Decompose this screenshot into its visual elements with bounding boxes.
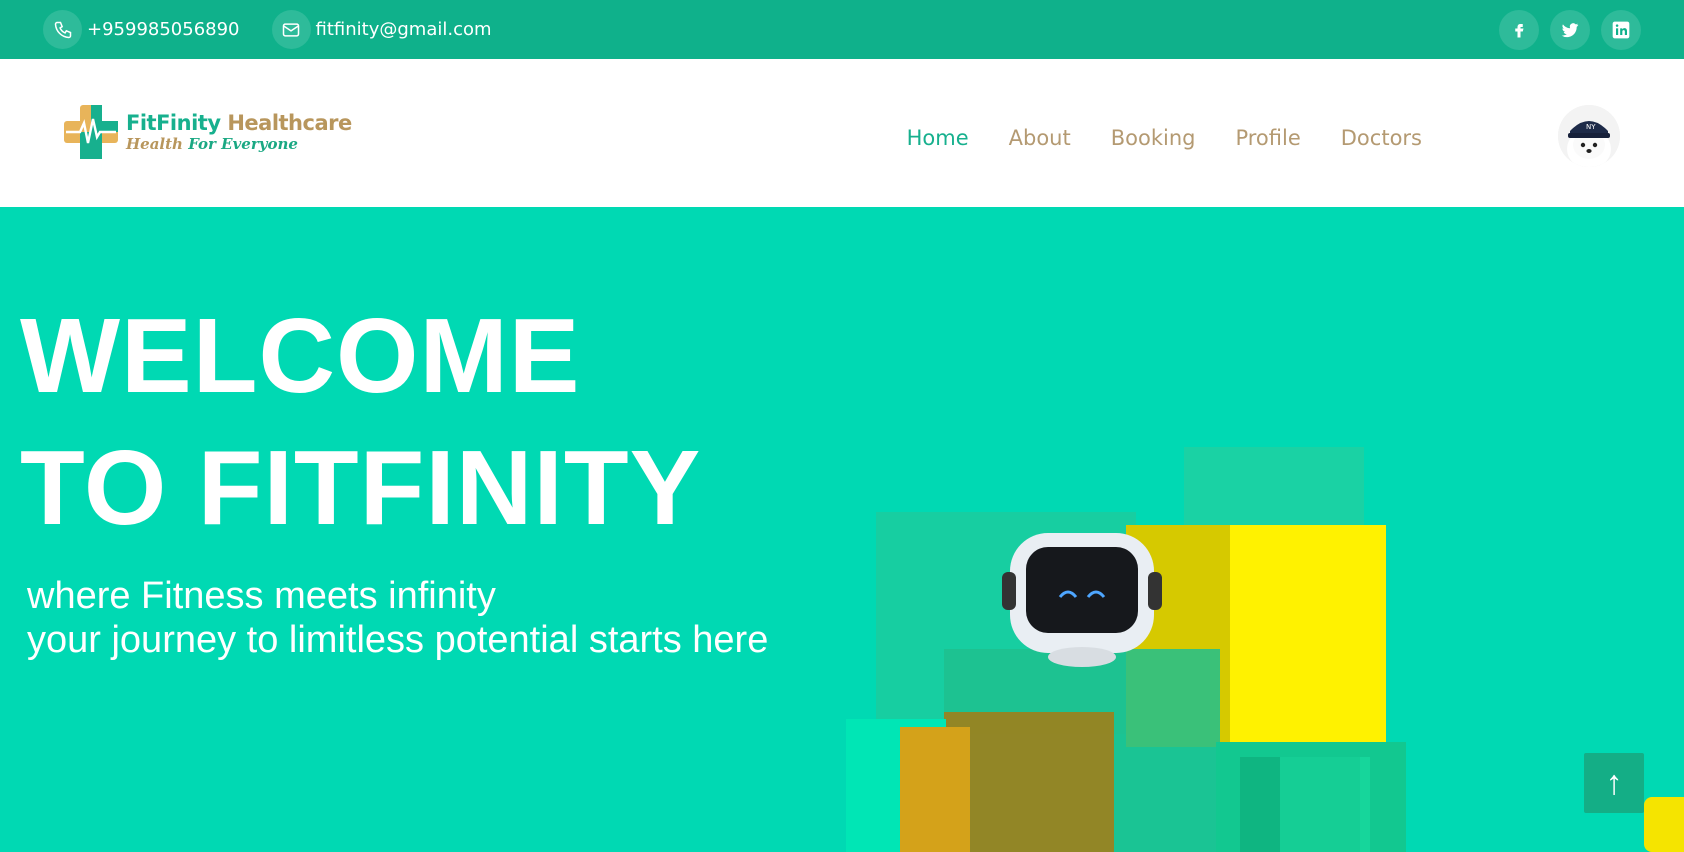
logo-tagline-health: Health [126, 134, 183, 153]
hero-subtitle-line2: your journey to limitless potential star… [27, 619, 769, 661]
nav-doctors[interactable]: Doctors [1341, 126, 1422, 150]
hero-title-line2: TO FITFINITY [20, 429, 702, 547]
logo-brand: FitFinity Healthcare [126, 110, 352, 135]
nav-about[interactable]: About [1009, 126, 1071, 150]
linkedin-icon[interactable] [1601, 9, 1641, 50]
logo-tagline-rest: For Everyone [188, 134, 298, 153]
email-contact[interactable]: fitfinity@gmail.com [271, 10, 492, 49]
nav-profile[interactable]: Profile [1235, 126, 1300, 150]
nav-home[interactable]: Home [907, 126, 969, 150]
email-address: fitfinity@gmail.com [315, 19, 492, 40]
phone-number: +959985056890 [87, 19, 240, 40]
facebook-icon[interactable] [1499, 9, 1539, 50]
logo-brand-fitfinity: FitFinity [126, 110, 221, 135]
mail-icon [271, 10, 311, 49]
hero-title-line1: WELCOME [20, 297, 581, 415]
arrow-up-icon: ↑ [1605, 763, 1623, 802]
dog-avatar-image: NY [1558, 105, 1620, 167]
social-links [1499, 9, 1641, 50]
hero-section: WELCOME TO FITFINITY where Fitness meets… [0, 207, 1684, 852]
twitter-icon[interactable] [1550, 9, 1590, 50]
logo-brand-healthcare: Healthcare [227, 110, 352, 135]
top-bar: +959985056890 fitfinity@gmail.com [0, 0, 1684, 59]
robot-cubes-illustration [846, 447, 1684, 852]
hero-subtitle-line1: where Fitness meets infinity [27, 575, 496, 617]
scroll-to-top-button[interactable]: ↑ [1584, 753, 1644, 813]
svg-text:NY: NY [1586, 123, 1596, 131]
medical-cross-logo-icon [64, 105, 118, 159]
logo-tagline: Health For Everyone [126, 134, 352, 153]
main-navbar: FitFinity Healthcare Health For Everyone… [0, 59, 1684, 207]
nav-booking[interactable]: Booking [1111, 126, 1196, 150]
contact-info: +959985056890 fitfinity@gmail.com [43, 10, 492, 49]
site-logo[interactable]: FitFinity Healthcare Health For Everyone [64, 105, 352, 159]
phone-contact[interactable]: +959985056890 [43, 10, 240, 49]
phone-icon [43, 10, 82, 49]
nav-links: Home About Booking Profile Doctors [907, 126, 1422, 150]
user-avatar[interactable]: NY [1558, 105, 1620, 167]
